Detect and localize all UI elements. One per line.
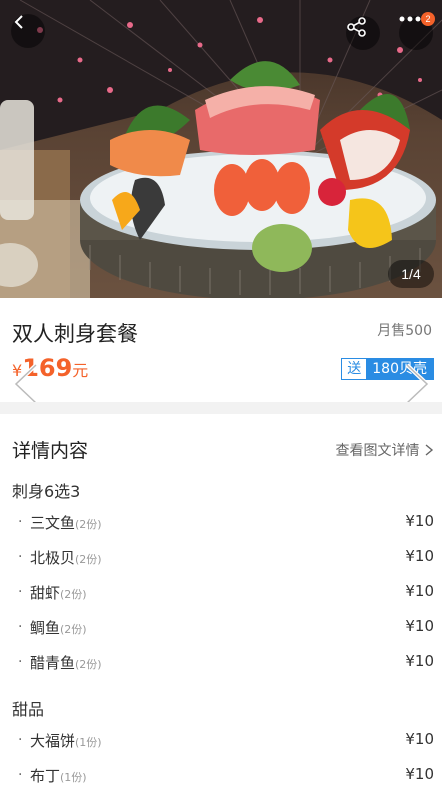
list-item: · 鲷鱼(2份) ¥10 <box>18 617 434 637</box>
share-button[interactable] <box>346 16 380 50</box>
item-name: 甜虾 <box>30 584 61 602</box>
item-name: 北极贝 <box>30 549 76 567</box>
item-qty: (1份) <box>60 771 87 784</box>
image-page-indicator: 1/4 <box>388 260 434 288</box>
list-item: · 北极贝(2份) ¥10 <box>18 547 434 567</box>
item-price: ¥10 <box>405 765 434 783</box>
list-item: · 醋青鱼(2份) ¥10 <box>18 652 434 672</box>
view-details-link[interactable]: 查看图文详情 <box>336 440 434 460</box>
item-price: ¥10 <box>405 512 434 530</box>
product-name: 双人刺身套餐 <box>12 322 138 346</box>
back-button[interactable] <box>11 14 45 48</box>
item-name: 鲷鱼 <box>30 619 61 637</box>
chevron-right-icon <box>425 444 434 456</box>
product-summary: 双人刺身套餐 月售500 ¥169元 送 180贝壳 <box>0 298 442 402</box>
item-qty: (2份) <box>60 623 87 636</box>
list-item: · 甜虾(2份) ¥10 <box>18 582 434 602</box>
view-details-label: 查看图文详情 <box>335 443 420 459</box>
list-item: · 大福饼(1份) ¥10 <box>18 730 434 750</box>
item-qty: (2份) <box>60 588 87 601</box>
item-price: ¥10 <box>405 582 434 600</box>
previous-arrow-icon[interactable] <box>10 362 40 406</box>
item-qty: (2份) <box>75 518 102 531</box>
item-price: ¥10 <box>405 652 434 670</box>
item-name: 醋青鱼 <box>30 654 76 672</box>
notification-badge: 2 <box>421 12 435 26</box>
share-icon <box>347 17 366 37</box>
details-title: 详情内容 <box>12 440 89 462</box>
item-price: ¥10 <box>405 730 434 748</box>
monthly-sales: 月售500 <box>377 323 432 339</box>
list-item: · 三文鱼(2份) ¥10 <box>18 512 434 532</box>
details-section: 详情内容 查看图文详情 刺身6选3 · 三文鱼(2份) ¥10 · 北极贝(2份… <box>0 414 442 792</box>
item-qty: (2份) <box>75 553 102 566</box>
chevron-left-icon <box>14 15 23 29</box>
item-price: ¥10 <box>405 617 434 635</box>
item-name: 三文鱼 <box>30 514 76 532</box>
gift-label: 送 <box>342 359 367 379</box>
next-arrow-icon[interactable] <box>403 362 433 406</box>
group-title: 甜品 <box>12 700 45 719</box>
item-qty: (2份) <box>75 658 102 671</box>
section-divider <box>0 402 442 414</box>
product-photo[interactable]: 2 1/4 <box>0 0 442 298</box>
more-dots-icon <box>399 16 421 22</box>
item-price: ¥10 <box>405 547 434 565</box>
sashimi-platter-illustration <box>0 0 442 298</box>
price-unit: 元 <box>72 361 89 380</box>
item-name: 布丁 <box>30 767 61 785</box>
item-name: 大福饼 <box>30 732 76 750</box>
list-item: · 布丁(1份) ¥10 <box>18 765 434 785</box>
group-title: 刺身6选3 <box>12 482 81 501</box>
item-qty: (1份) <box>75 736 102 749</box>
